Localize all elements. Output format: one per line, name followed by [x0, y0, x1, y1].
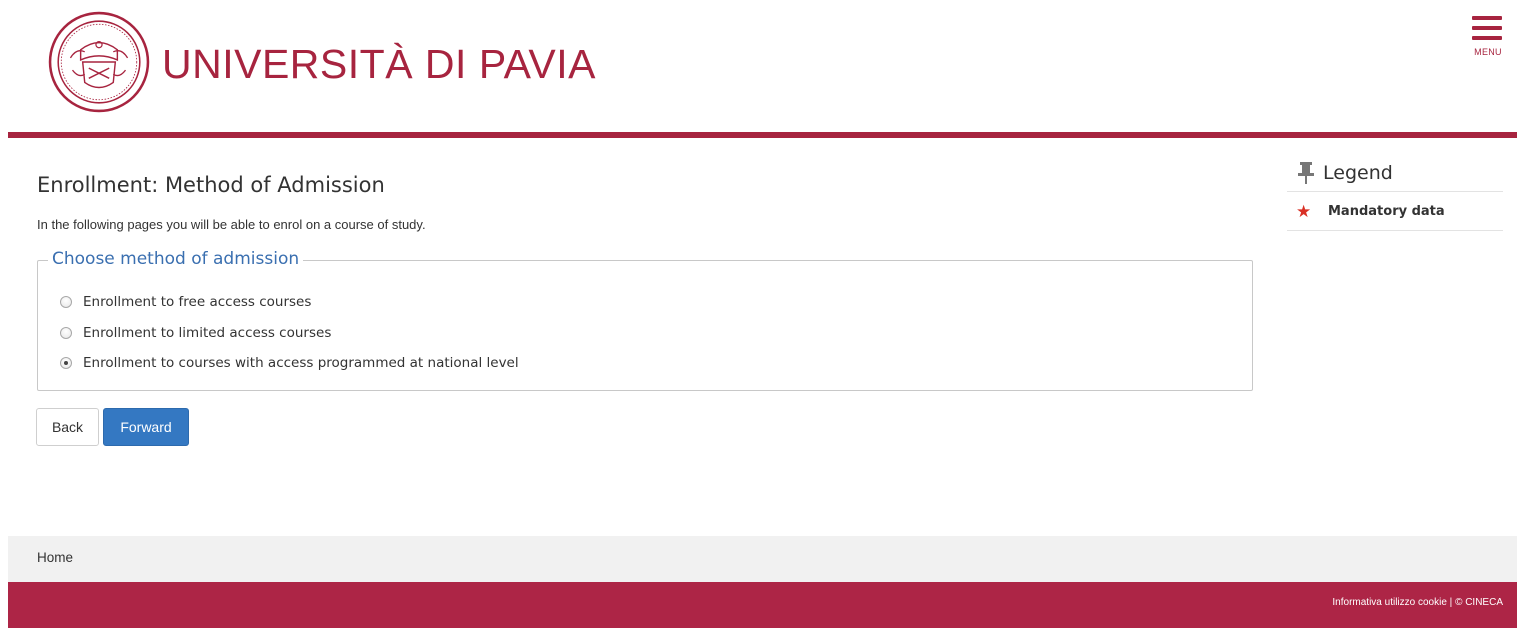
radio-option-national-level[interactable]: Enrollment to courses with access progra… — [60, 353, 519, 373]
page-title: Enrollment: Method of Admission — [37, 173, 385, 197]
cookie-policy-link[interactable]: Informativa utilizzo cookie — [1332, 597, 1447, 608]
star-icon: ★ — [1296, 201, 1312, 221]
legend-title: Legend — [1323, 162, 1393, 184]
pin-icon — [1298, 162, 1314, 184]
site-footer: Informativa utilizzo cookie | © CINECA — [8, 582, 1517, 628]
radio-button[interactable] — [60, 327, 72, 339]
header-divider — [8, 132, 1517, 138]
radio-label[interactable]: Enrollment to courses with access progra… — [83, 355, 519, 371]
breadcrumb: Home — [8, 536, 1517, 582]
radio-button-checked[interactable] — [60, 357, 72, 369]
menu-button[interactable]: MENU — [1470, 14, 1506, 60]
breadcrumb-home-link[interactable]: Home — [37, 550, 73, 565]
forward-button[interactable]: Forward — [103, 408, 189, 446]
legend-item-label: Mandatory data — [1328, 203, 1445, 219]
legend-item-mandatory: ★ Mandatory data — [1287, 192, 1503, 231]
university-name[interactable]: UNIVERSITÀ DI PAVIA — [162, 40, 596, 88]
hamburger-menu-icon — [1472, 16, 1502, 20]
university-seal-icon[interactable] — [48, 11, 150, 113]
hamburger-menu-icon-bar — [1472, 36, 1502, 40]
radio-label[interactable]: Enrollment to limited access courses — [83, 325, 331, 341]
footer-links: Informativa utilizzo cookie | © CINECA — [1332, 597, 1503, 608]
radio-option-free-access[interactable]: Enrollment to free access courses — [60, 292, 311, 312]
site-header: UNIVERSITÀ DI PAVIA MENU — [0, 0, 1517, 132]
back-button[interactable]: Back — [36, 408, 99, 446]
fieldset-legend: Choose method of admission — [48, 248, 304, 270]
legend-panel: Legend ★ Mandatory data — [1287, 155, 1503, 231]
footer-separator: | — [1449, 597, 1453, 608]
radio-label[interactable]: Enrollment to free access courses — [83, 294, 311, 310]
hamburger-menu-icon-bar — [1472, 26, 1502, 30]
radio-button[interactable] — [60, 296, 72, 308]
intro-text: In the following pages you will be able … — [37, 217, 426, 232]
radio-option-limited-access[interactable]: Enrollment to limited access courses — [60, 323, 331, 343]
copyright-link[interactable]: © CINECA — [1455, 597, 1503, 608]
legend-header: Legend — [1287, 155, 1503, 192]
menu-label: MENU — [1474, 47, 1502, 57]
